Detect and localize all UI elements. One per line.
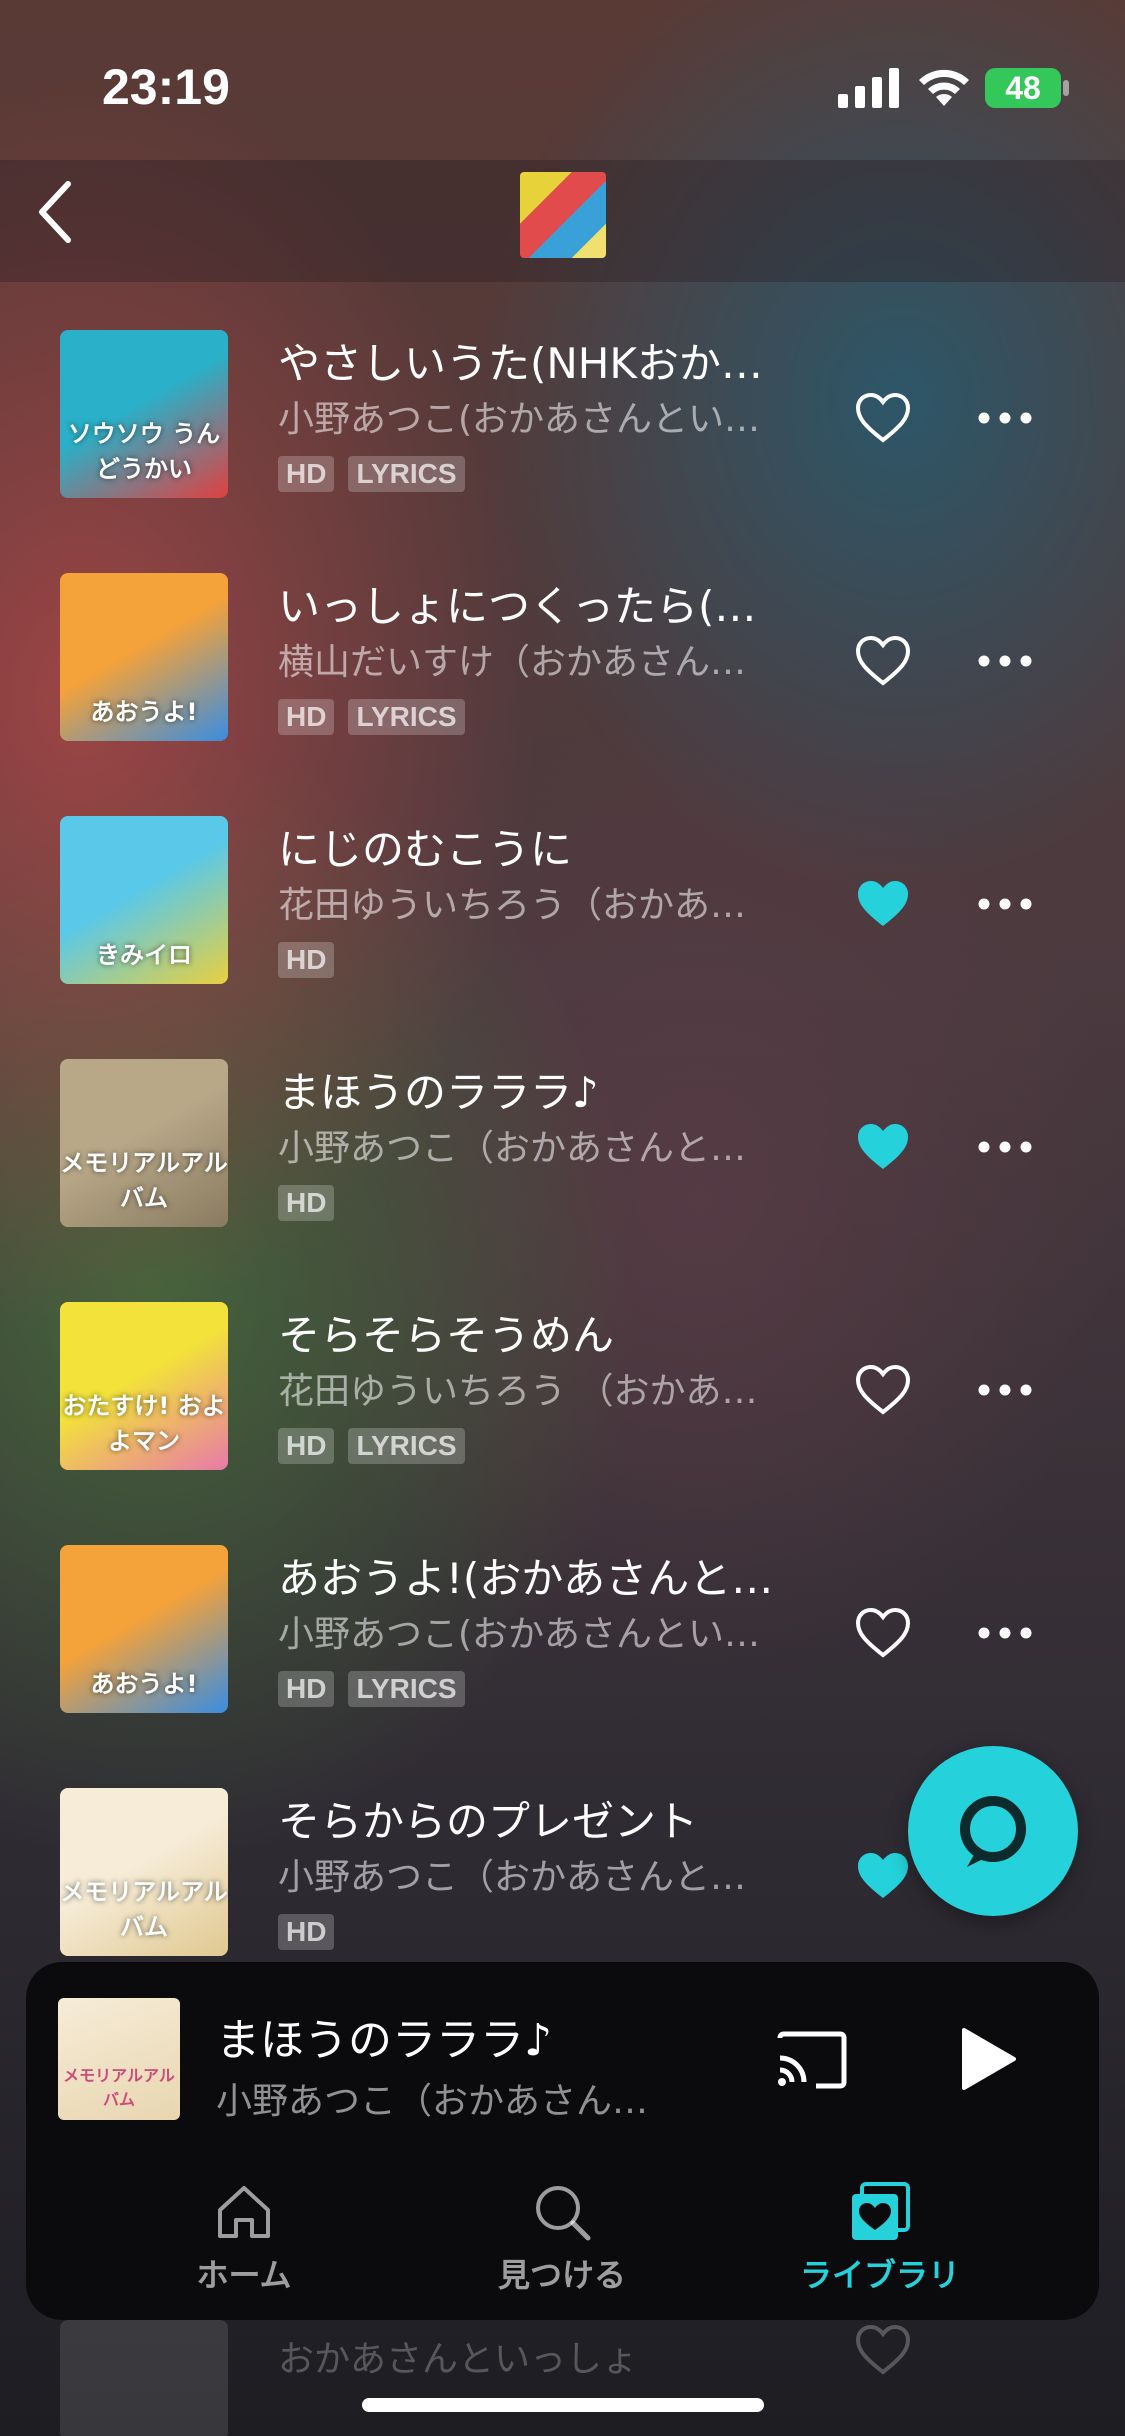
quality-badges: HD	[278, 1185, 335, 1221]
cellular-signal-icon	[838, 68, 899, 108]
heart-filled-icon[interactable]	[855, 1850, 911, 1902]
battery-icon: 48	[985, 66, 1069, 110]
chevron-left-icon[interactable]	[36, 178, 76, 246]
album-art-label: あおうよ!	[90, 698, 198, 726]
album-art	[60, 2320, 228, 2436]
lyrics-badge: LYRICS	[348, 456, 465, 492]
play-icon[interactable]	[958, 2026, 1018, 2092]
track-row[interactable]: あおうよ! あおうよ!(おかあさんと… 小野あつこ(おかあさんとい… HD LYR…	[0, 1497, 1125, 1740]
track-artist[interactable]: 小野あつこ（おかあさんと…	[278, 1848, 798, 1900]
now-playing-title[interactable]: まほうのラララ♪	[216, 2004, 716, 2068]
track-row[interactable]: きみイロ にじのむこうに 花田ゆういちろう（おかあ… HD	[0, 768, 1125, 1011]
track-title[interactable]: まほうのラララ♪	[278, 1059, 798, 1120]
heart-filled-icon[interactable]	[855, 878, 911, 930]
lyrics-badge: LYRICS	[348, 699, 465, 735]
tab-library[interactable]: ライブラリ	[760, 2180, 1000, 2300]
now-playing-artist[interactable]: 小野あつこ（おかあさん…	[216, 2072, 696, 2124]
album-art[interactable]: きみイロ	[60, 816, 228, 984]
lyrics-badge: LYRICS	[348, 1428, 465, 1464]
status-time: 23:19	[102, 59, 230, 115]
more-options-icon[interactable]	[975, 1129, 1035, 1165]
heart-outline-icon[interactable]	[855, 635, 911, 687]
heart-filled-icon[interactable]	[855, 1121, 911, 1173]
track-title[interactable]: にじのむこうに	[278, 816, 798, 877]
alexa-icon	[960, 1796, 1026, 1867]
hd-badge: HD	[278, 942, 335, 978]
now-playing-art[interactable]: メモリアルアルバム	[58, 1998, 180, 2120]
track-artist: おかあさんといっしょ	[278, 2339, 639, 2380]
album-art-label: メモリアルアルバム	[60, 1878, 228, 1941]
hd-badge: HD	[278, 456, 335, 492]
library-heart-icon	[852, 2182, 910, 2240]
quality-badges: HD LYRICS	[278, 456, 465, 492]
album-art[interactable]: メモリアルアルバム	[60, 1059, 228, 1227]
more-options-icon[interactable]	[975, 1372, 1035, 1408]
track-artist[interactable]: 花田ゆういちろう（おかあ…	[278, 876, 798, 928]
alexa-button[interactable]	[908, 1746, 1078, 1916]
hd-badge: HD	[278, 1185, 335, 1221]
album-art-label: おたすけ! およよマン	[62, 1392, 226, 1455]
track-title[interactable]: そらそらそうめん	[278, 1302, 798, 1363]
album-art[interactable]: ソウソウ うんどうかい	[60, 330, 228, 498]
album-art-label: メモリアルアルバム	[60, 1149, 228, 1212]
album-art-label: ソウソウ うんどうかい	[67, 420, 221, 483]
more-options-icon[interactable]	[975, 643, 1035, 679]
now-playing-art-label: メモリアルアルバム	[63, 2066, 175, 2109]
tab-discover[interactable]: 見つける	[442, 2180, 682, 2300]
album-art[interactable]: あおうよ!	[60, 573, 228, 741]
quality-badges: HD LYRICS	[278, 1671, 465, 1707]
tab-home[interactable]: ホーム	[124, 2180, 364, 2300]
quality-badges: HD LYRICS	[278, 699, 465, 735]
track-artist[interactable]: 小野あつこ(おかあさんとい…	[278, 1605, 798, 1657]
heart-outline-icon	[855, 2324, 911, 2375]
lyrics-badge: LYRICS	[348, 1671, 465, 1707]
partial-track-row: おかあさんといっしょ	[0, 2320, 1125, 2436]
search-icon	[536, 2186, 591, 2241]
cast-icon[interactable]	[776, 2030, 848, 2090]
battery-level: 48	[985, 68, 1061, 108]
quality-badges: HD	[278, 942, 335, 978]
track-artist[interactable]: 横山だいすけ（おかあさん…	[278, 633, 798, 685]
more-options-icon[interactable]	[975, 400, 1035, 436]
tab-home-label: ホーム	[196, 2256, 292, 2294]
track-title[interactable]: あおうよ!(おかあさんと…	[278, 1545, 798, 1606]
more-options-icon[interactable]	[975, 1615, 1035, 1651]
track-title[interactable]: やさしいうた(NHKおか…	[278, 330, 798, 391]
more-options-icon[interactable]	[975, 886, 1035, 922]
track-row[interactable]: あおうよ! いっしょにつくったら(… 横山だいすけ（おかあさん… HD LYRIC…	[0, 525, 1125, 768]
track-row[interactable]: ソウソウ うんどうかい やさしいうた(NHKおか… 小野あつこ(おかあさんとい……	[0, 282, 1125, 525]
hd-badge: HD	[278, 1428, 335, 1464]
track-list: ソウソウ うんどうかい やさしいうた(NHKおか… 小野あつこ(おかあさんとい……	[0, 282, 1125, 1962]
track-artist[interactable]: 小野あつこ(おかあさんとい…	[278, 390, 798, 442]
album-art-thumbnail[interactable]	[520, 172, 606, 258]
wifi-icon	[919, 69, 969, 106]
heart-outline-icon[interactable]	[855, 392, 911, 444]
home-icon	[218, 2186, 270, 2238]
hd-badge: HD	[278, 699, 335, 735]
track-title[interactable]: そらからのプレゼント	[278, 1788, 798, 1849]
album-art-label: きみイロ	[96, 941, 192, 969]
hd-badge: HD	[278, 1914, 335, 1950]
home-indicator	[362, 2398, 764, 2412]
heart-outline-icon[interactable]	[855, 1364, 911, 1416]
track-row[interactable]: おたすけ! およよマン そらそらそうめん 花田ゆういちろう （おかあ… HD LY…	[0, 1254, 1125, 1497]
track-row[interactable]: メモリアルアルバム まほうのラララ♪ 小野あつこ（おかあさんと… HD	[0, 1011, 1125, 1254]
tab-discover-label: 見つける	[497, 2256, 626, 2294]
heart-outline-icon[interactable]	[855, 1607, 911, 1659]
album-art[interactable]: おたすけ! およよマン	[60, 1302, 228, 1470]
tab-library-label: ライブラリ	[799, 2256, 960, 2294]
quality-badges: HD LYRICS	[278, 1428, 465, 1464]
album-art[interactable]: あおうよ!	[60, 1545, 228, 1713]
track-artist[interactable]: 花田ゆういちろう （おかあ…	[278, 1362, 798, 1414]
album-art-label: あおうよ!	[90, 1670, 198, 1698]
album-art[interactable]: メモリアルアルバム	[60, 1788, 228, 1956]
hd-badge: HD	[278, 1671, 335, 1707]
track-artist[interactable]: 小野あつこ（おかあさんと…	[278, 1119, 798, 1171]
status-bar: 23:19 48	[0, 0, 1125, 170]
track-title[interactable]: いっしょにつくったら(…	[278, 573, 798, 634]
quality-badges: HD	[278, 1914, 335, 1950]
